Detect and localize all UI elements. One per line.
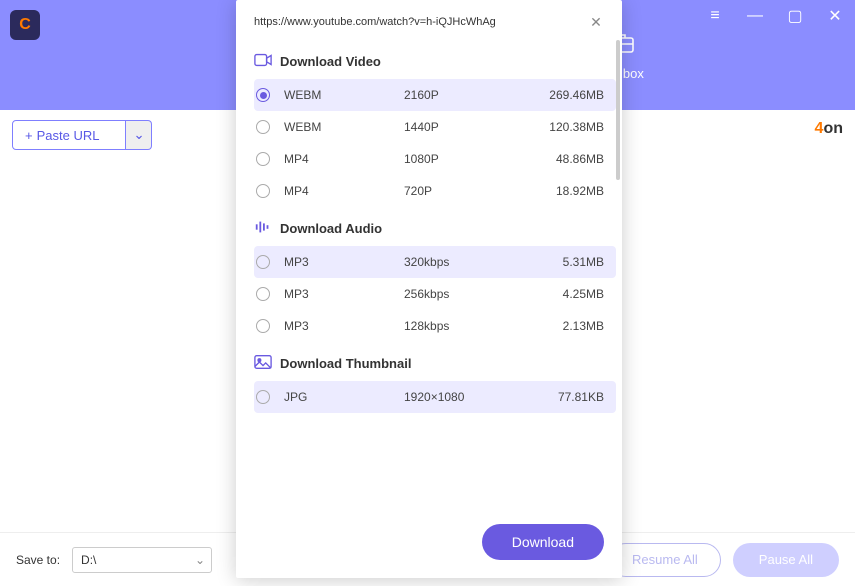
section-video: Download Video WEBM2160P269.46MBWEBM1440… bbox=[254, 52, 616, 207]
chevron-down-icon: ⌄ bbox=[133, 127, 144, 143]
radio-icon bbox=[256, 255, 270, 269]
size-label: 2.13MB bbox=[534, 319, 604, 333]
audio-icon bbox=[254, 219, 272, 238]
section-thumbnail: Download Thumbnail JPG1920×108077.81KB bbox=[254, 354, 616, 413]
quality-label: 1920×1080 bbox=[404, 390, 534, 404]
format-row[interactable]: JPG1920×108077.81KB bbox=[254, 381, 616, 413]
format-row[interactable]: MP3320kbps5.31MB bbox=[254, 246, 616, 278]
format-row[interactable]: WEBM2160P269.46MB bbox=[254, 79, 616, 111]
video-icon bbox=[254, 52, 272, 71]
menu-icon[interactable]: ≡ bbox=[707, 6, 723, 26]
section-heading: Download Thumbnail bbox=[254, 354, 616, 373]
size-label: 77.81KB bbox=[534, 390, 604, 404]
radio-icon bbox=[256, 120, 270, 134]
quality-label: 1080P bbox=[404, 152, 534, 166]
maximize-icon[interactable]: ▢ bbox=[787, 6, 803, 26]
brand-post: on bbox=[823, 120, 843, 137]
app-logo: C bbox=[10, 10, 40, 40]
format-row[interactable]: WEBM1440P120.38MB bbox=[254, 111, 616, 143]
radio-icon bbox=[256, 390, 270, 404]
size-label: 269.46MB bbox=[534, 88, 604, 102]
size-label: 18.92MB bbox=[534, 184, 604, 198]
download-modal: https://www.youtube.com/watch?v=h-iQJHcW… bbox=[236, 0, 622, 578]
paste-label: Paste URL bbox=[37, 128, 100, 143]
window-controls: ≡ — ▢ ✕ bbox=[707, 6, 843, 26]
section-heading: Download Video bbox=[254, 52, 616, 71]
format-row[interactable]: MP3128kbps2.13MB bbox=[254, 310, 616, 342]
plus-icon: + bbox=[25, 128, 33, 143]
paste-url-bar: + Paste URL ⌄ bbox=[12, 120, 152, 150]
modal-header: https://www.youtube.com/watch?v=h-iQJHcW… bbox=[236, 0, 622, 40]
format-row[interactable]: MP4720P18.92MB bbox=[254, 175, 616, 207]
format-row[interactable]: MP41080P48.86MB bbox=[254, 143, 616, 175]
quality-label: 256kbps bbox=[404, 287, 534, 301]
radio-icon bbox=[256, 152, 270, 166]
radio-icon bbox=[256, 88, 270, 102]
modal-url[interactable]: https://www.youtube.com/watch?v=h-iQJHcW… bbox=[254, 16, 578, 28]
format-label: JPG bbox=[284, 390, 404, 404]
close-icon[interactable]: ✕ bbox=[827, 6, 843, 26]
format-label: WEBM bbox=[284, 88, 404, 102]
save-to-select[interactable]: D:\ bbox=[72, 547, 212, 573]
paste-url-button[interactable]: + Paste URL bbox=[12, 120, 126, 150]
modal-footer: Download bbox=[236, 512, 622, 578]
pause-all-button[interactable]: Pause All bbox=[733, 543, 839, 577]
quality-label: 320kbps bbox=[404, 255, 534, 269]
quality-label: 128kbps bbox=[404, 319, 534, 333]
minimize-icon[interactable]: — bbox=[747, 6, 763, 26]
modal-close-button[interactable]: ✕ bbox=[588, 14, 604, 30]
format-label: WEBM bbox=[284, 120, 404, 134]
format-label: MP4 bbox=[284, 184, 404, 198]
format-row[interactable]: MP3256kbps4.25MB bbox=[254, 278, 616, 310]
section-title: Download Audio bbox=[280, 221, 382, 236]
radio-icon bbox=[256, 287, 270, 301]
format-label: MP3 bbox=[284, 319, 404, 333]
size-label: 120.38MB bbox=[534, 120, 604, 134]
size-label: 4.25MB bbox=[534, 287, 604, 301]
section-title: Download Video bbox=[280, 54, 381, 69]
radio-icon bbox=[256, 319, 270, 333]
format-label: MP3 bbox=[284, 287, 404, 301]
save-to-value: D:\ bbox=[81, 553, 96, 567]
size-label: 5.31MB bbox=[534, 255, 604, 269]
section-title: Download Thumbnail bbox=[280, 356, 411, 371]
quality-label: 2160P bbox=[404, 88, 534, 102]
format-label: MP4 bbox=[284, 152, 404, 166]
radio-icon bbox=[256, 184, 270, 198]
size-label: 48.86MB bbox=[534, 152, 604, 166]
scrollbar-thumb[interactable] bbox=[616, 40, 620, 180]
brand-badge: 4on bbox=[815, 120, 843, 138]
section-audio: Download Audio MP3320kbps5.31MBMP3256kbp… bbox=[254, 219, 616, 342]
paste-url-dropdown[interactable]: ⌄ bbox=[126, 120, 152, 150]
download-button[interactable]: Download bbox=[482, 524, 604, 560]
format-label: MP3 bbox=[284, 255, 404, 269]
section-heading: Download Audio bbox=[254, 219, 616, 238]
quality-label: 720P bbox=[404, 184, 534, 198]
save-to-label: Save to: bbox=[16, 553, 60, 567]
image-icon bbox=[254, 354, 272, 373]
resume-all-button[interactable]: Resume All bbox=[609, 543, 721, 577]
modal-body: Download Video WEBM2160P269.46MBWEBM1440… bbox=[236, 40, 622, 512]
quality-label: 1440P bbox=[404, 120, 534, 134]
